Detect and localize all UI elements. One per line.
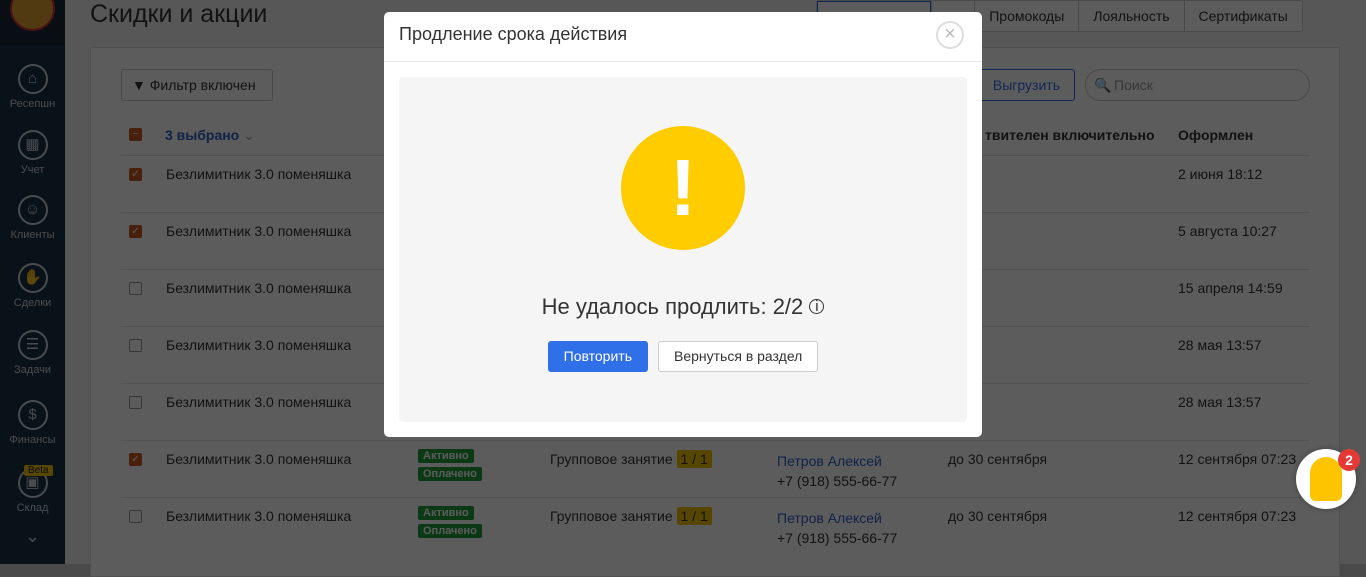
row-checkbox[interactable]: ✓ [129,225,142,238]
dialog-title: Продление срока действия [384,12,982,62]
row-checkbox[interactable] [129,282,142,295]
tab-certificates[interactable]: Сертификаты [1183,1,1302,31]
header-issued: Оформлен [1178,127,1254,143]
subscription-name: Безлимитник 3.0 поменяшка [166,508,352,524]
back-button[interactable]: Вернуться в раздел [658,341,819,372]
table-row[interactable]: ✓ Безлимитник 3.0 поменяшка Активно Оплаче… [121,440,1310,497]
tasks-icon: ☰ [17,330,48,360]
chevron-down-icon[interactable]: ⌄ [0,526,65,547]
select-all-checkbox[interactable]: − [129,128,142,141]
row-checkbox[interactable]: ✓ [129,453,142,466]
filter-icon: ▼ [132,77,150,93]
info-icon[interactable]: i [809,299,825,314]
subscription-name: Безлимитник 3.0 поменяшка [166,166,352,182]
subscription-name: Безлимитник 3.0 поменяшка [166,451,352,467]
issued-date: 5 августа 10:27 [1178,223,1277,239]
close-icon[interactable]: × [936,21,964,49]
octopus-icon [1310,457,1342,501]
retry-button[interactable]: Повторить [547,341,648,372]
client-link[interactable]: Петров Алексей [777,508,897,528]
client-link[interactable]: Петров Алексей [777,451,897,471]
type-cell: Групповое занятие 1 / 1 [550,450,712,468]
issued-date: 15 апреля 14:59 [1178,280,1283,296]
payment-badge: Оплачено [418,524,482,538]
extend-dialog: Продление срока действия × ! Не удалось … [384,12,982,437]
row-checkbox[interactable] [129,510,142,523]
issued-date: 12 сентября 07:23 [1178,508,1297,524]
row-checkbox[interactable] [129,396,142,409]
valid-until: до 30 сентября [948,451,1048,467]
beta-badge: Beta [24,465,53,476]
chat-bot-button[interactable]: 2 [1296,449,1360,509]
page-title: Скидки и акции [90,0,268,28]
valid-until: до 30 сентября [948,508,1048,524]
sidebar-item[interactable]: ☺ Клиенты [0,195,65,241]
error-message: Не удалось продлить: 2/2 i [399,294,967,320]
visits-count: 1 / 1 [676,507,712,525]
row-checkbox[interactable]: ✓ [129,168,142,181]
filter-button[interactable]: ▼ Фильтр включен [121,69,273,101]
visits-count: 1 / 1 [676,450,712,468]
client-phone: +7 (918) 555-66-77 [777,473,898,489]
warning-icon: ! [621,126,745,250]
subscription-name: Безлимитник 3.0 поменяшка [166,280,352,296]
sidebar-item[interactable]: ✋ Сделки [0,263,65,309]
subscription-name: Безлимитник 3.0 поменяшка [166,223,352,239]
search-input[interactable]: 🔍 Поиск [1085,69,1310,101]
sidebar-item[interactable]: $ Финансы [0,400,65,446]
user-icon: ☺ [17,195,48,225]
client-phone: +7 (918) 555-66-77 [777,530,898,546]
search-icon: 🔍 [1094,77,1112,93]
table-row[interactable]: Безлимитник 3.0 поменяшка Активно Оплачено… [121,497,1310,554]
issued-date: 28 мая 13:57 [1178,394,1262,410]
dialog-body: ! Не удалось продлить: 2/2 i Повторить В… [399,77,967,422]
issued-date: 2 июня 18:12 [1178,166,1263,182]
header-valid: твителен включительно [985,127,1155,143]
issued-date: 12 сентября 07:23 [1178,451,1297,467]
tab-loyalty[interactable]: Лояльность [1078,1,1183,31]
issued-date: 28 мая 13:57 [1178,337,1262,353]
calendar-icon: ▦ [17,130,48,160]
sidebar-item[interactable]: ☰ Задачи [0,330,65,376]
sidebar: ⌂ Ресепшн ▦ Учет ☺ Клиенты ✋ Сделки ☰ Задачи $ Фина… [0,0,65,564]
subscription-name: Безлимитник 3.0 поменяшка [166,394,352,410]
selected-count-dropdown[interactable]: 3 выбрано ⌄ [165,127,255,144]
dollar-icon: $ [17,400,48,430]
sidebar-item[interactable]: ▦ Учет [0,130,65,176]
row-checkbox[interactable] [129,339,142,352]
status-badge: Активно [418,506,474,520]
tab-promocodes[interactable]: Промокоды [974,1,1078,31]
sidebar-item[interactable]: ⌂ Ресепшн [0,64,65,110]
handshake-icon: ✋ [17,263,48,293]
type-cell: Групповое занятие 1 / 1 [550,507,712,525]
status-badge: Активно [418,449,474,463]
home-icon: ⌂ [17,64,48,94]
notification-badge: 2 [1338,449,1360,471]
subscription-name: Безлимитник 3.0 поменяшка [166,337,352,353]
payment-badge: Оплачено [418,467,482,481]
